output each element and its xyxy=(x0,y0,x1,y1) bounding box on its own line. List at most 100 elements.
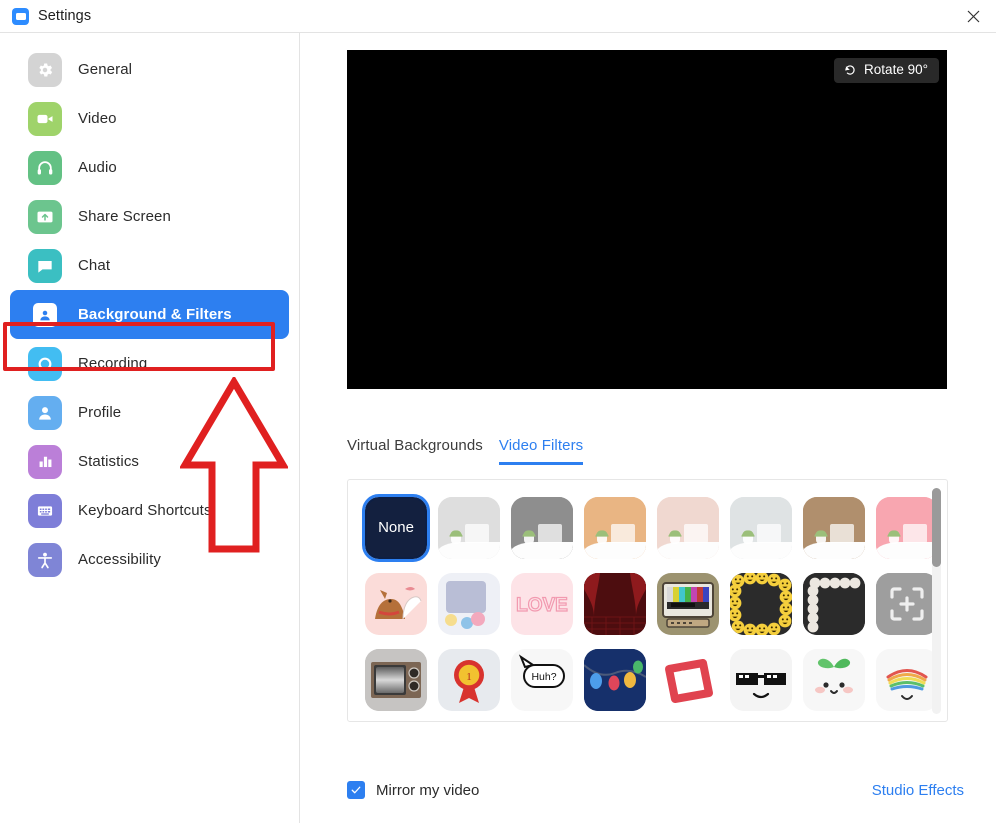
filter-art xyxy=(657,573,719,635)
mirror-my-video-checkbox[interactable]: Mirror my video xyxy=(347,781,479,799)
filter-cell[interactable] xyxy=(360,566,432,641)
sidebar-item-background-and-filters[interactable]: Background & Filters xyxy=(10,290,289,339)
sidebar-item-share-screen[interactable]: Share Screen xyxy=(10,192,289,241)
filter-thumbnail[interactable] xyxy=(584,649,646,711)
bar-chart-icon xyxy=(28,445,62,479)
tab-video-filters[interactable]: Video Filters xyxy=(499,437,583,465)
filter-thumbnail[interactable] xyxy=(876,497,938,559)
filter-cell[interactable] xyxy=(798,490,870,565)
sidebar-item-recording[interactable]: Recording xyxy=(10,339,289,388)
filter-thumbnail[interactable] xyxy=(584,497,646,559)
sidebar-item-label: Profile xyxy=(78,404,121,421)
filter-cell[interactable] xyxy=(579,490,651,565)
filter-thumbnail[interactable]: Huh? xyxy=(511,649,573,711)
filter-thumbnail[interactable] xyxy=(438,497,500,559)
camera-icon xyxy=(28,102,62,136)
filters-scrollbar[interactable] xyxy=(932,488,941,714)
person-card-icon xyxy=(33,303,57,327)
filter-cell[interactable] xyxy=(652,490,724,565)
filter-thumbnail[interactable] xyxy=(876,573,938,635)
filter-art xyxy=(584,649,646,711)
chat-icon xyxy=(28,249,62,283)
sidebar-item-audio[interactable]: Audio xyxy=(10,143,289,192)
filter-thumbnail[interactable] xyxy=(584,573,646,635)
filter-art xyxy=(876,649,938,711)
window-titlebar: Settings xyxy=(0,0,996,33)
filter-cell[interactable]: LOVE xyxy=(506,566,578,641)
sidebar-item-chat[interactable]: Chat xyxy=(10,241,289,290)
filter-cell[interactable] xyxy=(652,642,724,717)
filter-thumbnail[interactable] xyxy=(803,573,865,635)
filter-thumbnail[interactable] xyxy=(730,497,792,559)
filter-cell[interactable] xyxy=(725,566,797,641)
record-icon xyxy=(28,347,62,381)
svg-text:1: 1 xyxy=(466,671,472,683)
sidebar-item-label: Recording xyxy=(78,355,147,372)
settings-body: General Video Audio Share Screen Chat xyxy=(0,33,996,823)
sidebar-item-video[interactable]: Video xyxy=(10,94,289,143)
filter-cell[interactable]: Huh? xyxy=(506,642,578,717)
filter-thumbnail[interactable] xyxy=(876,649,938,711)
filter-cell[interactable] xyxy=(506,490,578,565)
filter-thumbnail[interactable] xyxy=(657,649,719,711)
sidebar-item-label: General xyxy=(78,61,132,78)
filters-scrollbar-thumb[interactable] xyxy=(932,488,941,567)
sidebar-item-label: Share Screen xyxy=(78,208,171,225)
sidebar-item-keyboard-shortcuts[interactable]: Keyboard Shortcuts xyxy=(10,486,289,535)
sidebar-item-label: Chat xyxy=(78,257,110,274)
filter-cell[interactable]: 1 xyxy=(433,642,505,717)
sidebar-item-statistics[interactable]: Statistics xyxy=(10,437,289,486)
video-filters-grid: None LOVE xyxy=(360,490,947,717)
background-and-filters-panel: Rotate 90° Virtual Backgrounds Video Fil… xyxy=(300,33,996,823)
sidebar-item-label: Audio xyxy=(78,159,117,176)
zoom-logo-icon xyxy=(12,8,29,25)
filter-art xyxy=(365,649,427,711)
filter-thumbnail[interactable] xyxy=(365,573,427,635)
filter-cell[interactable]: None xyxy=(360,490,432,565)
filter-thumbnail[interactable] xyxy=(730,573,792,635)
svg-text:Huh?: Huh? xyxy=(531,671,556,683)
window-title: Settings xyxy=(38,8,91,24)
filter-thumbnail[interactable]: LOVE xyxy=(511,573,573,635)
upload-icon xyxy=(28,200,62,234)
filter-thumbnail[interactable] xyxy=(365,649,427,711)
filter-thumbnail[interactable]: None xyxy=(365,497,427,559)
tab-virtual-backgrounds[interactable]: Virtual Backgrounds xyxy=(347,437,483,465)
filter-thumbnail[interactable] xyxy=(730,649,792,711)
filter-art xyxy=(365,573,427,635)
close-icon[interactable] xyxy=(950,0,996,32)
filter-cell[interactable] xyxy=(652,566,724,641)
sidebar-item-general[interactable]: General xyxy=(10,45,289,94)
filter-thumbnail[interactable] xyxy=(803,497,865,559)
filter-art xyxy=(657,649,719,711)
filter-thumbnail[interactable] xyxy=(803,649,865,711)
filter-art xyxy=(730,649,792,711)
sidebar-item-profile[interactable]: Profile xyxy=(10,388,289,437)
filter-cell[interactable] xyxy=(725,642,797,717)
filter-cell[interactable] xyxy=(360,642,432,717)
studio-effects-link[interactable]: Studio Effects xyxy=(872,782,964,799)
filter-cell[interactable] xyxy=(798,566,870,641)
filter-thumbnail[interactable] xyxy=(657,573,719,635)
filter-art: 1 xyxy=(438,649,500,711)
filter-cell[interactable] xyxy=(433,566,505,641)
filter-art xyxy=(730,573,792,635)
filter-thumbnail[interactable] xyxy=(438,573,500,635)
filter-cell[interactable] xyxy=(579,642,651,717)
filter-cell[interactable] xyxy=(433,490,505,565)
filter-cell[interactable] xyxy=(579,566,651,641)
sidebar-item-accessibility[interactable]: Accessibility xyxy=(10,535,289,584)
filter-art xyxy=(438,573,500,635)
filter-thumbnail[interactable]: 1 xyxy=(438,649,500,711)
filter-cell[interactable] xyxy=(798,642,870,717)
desk-scene-thumbnail xyxy=(438,497,500,559)
video-preview: Rotate 90° xyxy=(347,50,947,389)
sidebar-item-label: Background & Filters xyxy=(78,306,232,323)
settings-sidebar: General Video Audio Share Screen Chat xyxy=(0,33,300,823)
filter-thumbnail[interactable] xyxy=(511,497,573,559)
rotate-90-button[interactable]: Rotate 90° xyxy=(834,58,939,83)
filters-footer: Mirror my video Studio Effects xyxy=(347,781,964,799)
filter-art xyxy=(803,649,865,711)
filter-thumbnail[interactable] xyxy=(657,497,719,559)
filter-cell[interactable] xyxy=(725,490,797,565)
